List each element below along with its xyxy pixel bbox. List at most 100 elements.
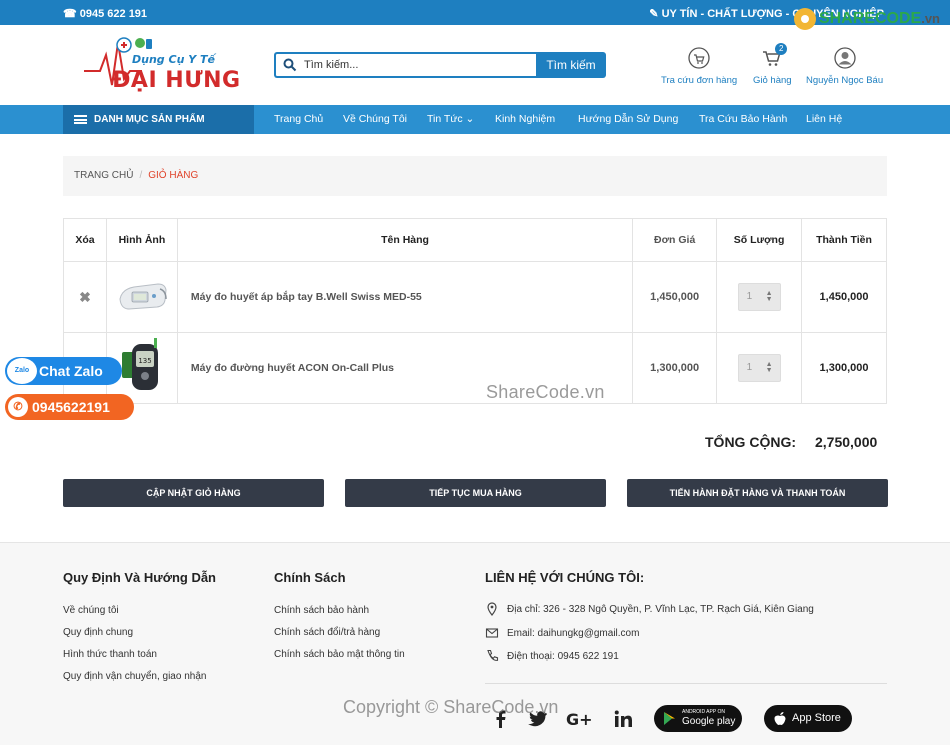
footer-divider — [485, 683, 887, 684]
footer-phone-text[interactable]: Điện thoại: 0945 622 191 — [507, 651, 619, 662]
category-menu-label: DANH MỤC SẢN PHẨM — [94, 114, 205, 125]
top-phone[interactable]: ☎ 0945 622 191 — [63, 7, 147, 20]
watermark-bottom: Copyright © ShareCode.vn — [343, 697, 559, 717]
product-price: 1,450,000 — [632, 261, 718, 333]
footer-link-about[interactable]: Về chúng tôi — [63, 605, 119, 616]
search-button[interactable]: Tìm kiếm — [536, 52, 606, 78]
breadcrumb-current: GIỎ HÀNG — [148, 170, 199, 181]
remove-item-icon[interactable]: ✖ — [79, 289, 91, 305]
search-icon — [283, 58, 297, 72]
quantity-value: 1 — [746, 362, 753, 373]
site-logo[interactable]: Dụng Cụ Y Tế ĐẠI HƯNG — [82, 35, 242, 97]
quantity-stepper[interactable]: 1 ▲ ▼ — [737, 354, 781, 382]
product-price: 1,300,000 — [632, 332, 718, 404]
footer-email-text[interactable]: Email: daihungkg@gmail.com — [507, 628, 639, 639]
map-pin-icon — [487, 602, 497, 616]
glucose-meter-image[interactable]: 135 — [116, 337, 168, 396]
user-name: Nguyễn Ngọc Báu — [806, 75, 884, 86]
sharecode-logo-icon — [793, 8, 816, 30]
google-play-badge[interactable]: ANDROID APP ON Google play — [654, 705, 742, 732]
continue-shopping-button[interactable]: TIẾP TỤC MUA HÀNG — [345, 479, 606, 507]
quantity-value: 1 — [746, 291, 753, 302]
header-remove: Xóa — [63, 218, 107, 262]
footer-address-text: Địa chỉ: 326 - 328 Ngô Quyền, P. Vĩnh Lạ… — [507, 604, 814, 615]
hotline-button[interactable]: ✆ 0945622191 — [5, 394, 134, 420]
google-play-small-text: ANDROID APP ON — [682, 709, 725, 715]
cart-table: Xóa Hình Ảnh Tên Hàng Đơn Giá Số Lượng T… — [63, 218, 887, 404]
cart-icon-wrap: 2 — [761, 43, 788, 69]
footer-link-general-rules[interactable]: Quy định chung — [63, 627, 133, 638]
app-store-text: App Store — [792, 712, 841, 724]
nav-item-warranty[interactable]: Tra Cứu Bảo Hành — [699, 105, 787, 134]
breadcrumb: TRANG CHỦ / GIỎ HÀNG — [63, 156, 887, 196]
nav-item-experience[interactable]: Kinh Nghiệm — [495, 105, 555, 134]
stepper-arrows-icon[interactable]: ▲ ▼ — [766, 290, 773, 303]
footer-link-return-policy[interactable]: Chính sách đổi/trả hàng — [274, 627, 380, 638]
search-bar: Tìm kiếm — [274, 52, 606, 78]
nav-item-contact[interactable]: Liên Hệ — [806, 105, 842, 134]
cart-total-label: TỔNG CỘNG: — [705, 434, 796, 450]
linkedin-icon[interactable] — [612, 708, 634, 730]
watermark-vn: .vn — [921, 11, 940, 27]
app-store-badge[interactable]: App Store — [764, 705, 852, 732]
remove-cell: ✖ — [63, 261, 107, 333]
watermark-code: CODE — [874, 10, 922, 28]
footer-policy-title: Chính Sách — [274, 570, 346, 585]
envelope-icon — [485, 628, 499, 638]
phone-icon — [487, 649, 499, 661]
cart-link[interactable]: 2 Giỏ hàng — [753, 43, 792, 86]
brand-name: ĐẠI HƯNG — [112, 68, 241, 93]
search-input[interactable] — [274, 52, 536, 78]
breadcrumb-home[interactable]: TRANG CHỦ — [74, 170, 133, 181]
watermark-share: SHARE — [818, 10, 875, 28]
footer-link-shipping[interactable]: Quy định vận chuyển, giao nhận — [63, 671, 206, 682]
nav-item-about[interactable]: Về Chúng Tôi — [343, 105, 407, 134]
cart-total-value: 2,750,000 — [815, 434, 878, 450]
apple-icon — [774, 712, 786, 725]
phone-icon: ✆ — [8, 397, 28, 417]
stepper-arrows-icon[interactable]: ▲ ▼ — [766, 361, 773, 374]
breadcrumb-separator: / — [139, 170, 143, 181]
meter-reading: 135 — [138, 357, 151, 365]
footer-contact-title: LIÊN HỆ VỚI CHÚNG TÔI: — [485, 570, 645, 585]
table-row: ✖ Máy đo huyết áp bắp tay B.Well Swiss M… — [63, 261, 887, 333]
google-play-icon — [664, 712, 675, 725]
google-play-text: Google play — [682, 716, 736, 727]
footer-link-payment[interactable]: Hình thức thanh toán — [63, 649, 157, 660]
order-lookup-label: Tra cứu đơn hàng — [661, 75, 738, 86]
google-plus-icon[interactable]: G+ — [566, 708, 596, 730]
product-image-cell — [105, 261, 178, 333]
sharecode-watermark-logo: SHARECODE.vn — [793, 8, 940, 30]
user-account-link[interactable]: Nguyễn Ngọc Báu — [806, 47, 883, 86]
header-total: Thành Tiền — [801, 218, 887, 262]
brand-tagline: Dụng Cụ Y Tế — [132, 53, 215, 66]
checkout-button[interactable]: TIẾN HÀNH ĐẶT HÀNG VÀ THANH TOÁN — [627, 479, 888, 507]
update-cart-button[interactable]: CẬP NHẬT GIỎ HÀNG — [63, 479, 324, 507]
order-lookup-link[interactable]: Tra cứu đơn hàng — [661, 47, 737, 86]
footer-link-privacy-policy[interactable]: Chính sách bảo mật thông tin — [274, 649, 405, 660]
cart-search-icon — [688, 47, 710, 69]
footer-link-warranty-policy[interactable]: Chính sách bảo hành — [274, 605, 369, 616]
hamburger-menu-icon — [74, 115, 87, 124]
blood-pressure-monitor-image[interactable] — [116, 277, 168, 315]
nav-item-home[interactable]: Trang Chủ — [274, 105, 323, 134]
chat-zalo-label: Chat Zalo — [39, 363, 103, 379]
cart-label: Giỏ hàng — [753, 75, 792, 86]
svg-text:G+: G+ — [566, 710, 593, 729]
product-line-total: 1,300,000 — [801, 332, 887, 404]
quantity-stepper[interactable]: 1 ▲ ▼ — [737, 283, 781, 311]
site-header: Dụng Cụ Y Tế ĐẠI HƯNG Tìm kiếm Tra cứu đ… — [0, 25, 950, 105]
nav-item-user-guide[interactable]: Hướng Dẫn Sử Dụng — [578, 105, 678, 134]
zalo-icon: Zalo — [7, 358, 37, 384]
main-nav: DANH MỤC SẢN PHẨM Trang Chủ Về Chúng Tôi… — [0, 105, 950, 134]
user-avatar-icon — [833, 47, 856, 69]
nav-item-news[interactable]: Tin Tức ⌄ — [427, 105, 474, 134]
qty-cell: 1 ▲ ▼ — [716, 332, 803, 404]
category-menu-button[interactable]: DANH MỤC SẢN PHẨM — [63, 105, 254, 134]
table-row: ✖ 135 Máy đo đường huyết ACON On-Call Pl… — [63, 332, 887, 404]
chat-zalo-button[interactable]: Zalo Chat Zalo — [5, 357, 122, 385]
cart-count-badge: 2 — [775, 43, 788, 55]
hotline-number: 0945622191 — [32, 399, 110, 415]
header-image: Hình Ảnh — [105, 218, 178, 262]
product-name[interactable]: Máy đo huyết áp bắp tay B.Well Swiss MED… — [176, 261, 634, 333]
